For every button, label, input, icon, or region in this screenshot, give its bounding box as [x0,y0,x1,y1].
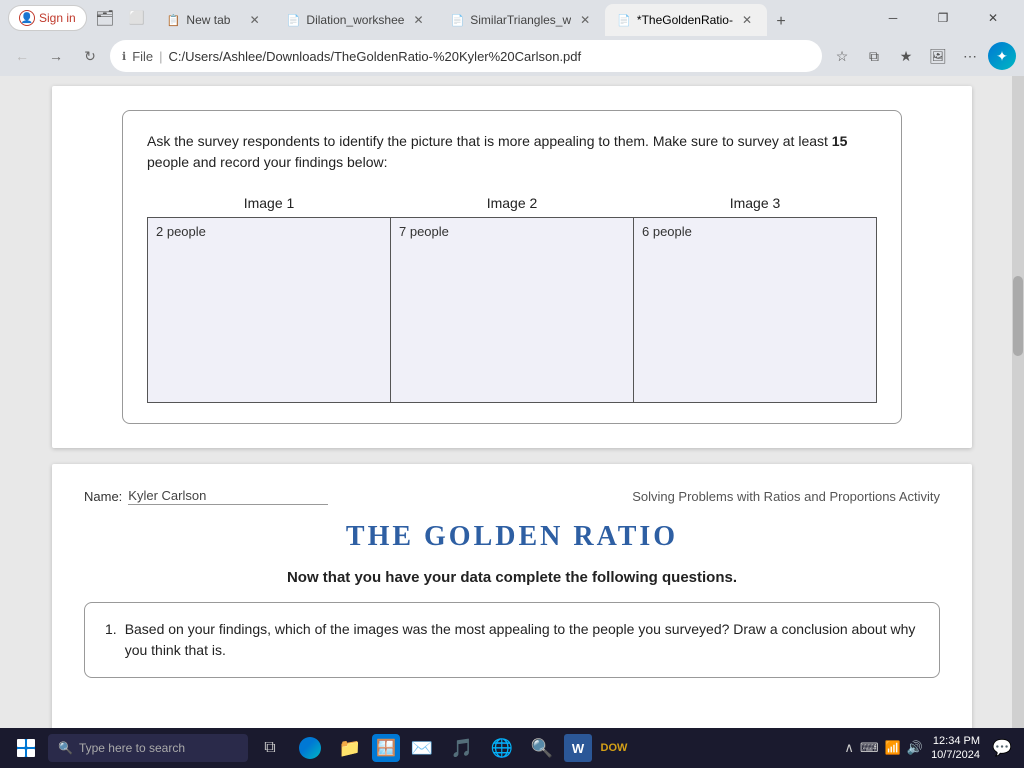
page2-header: Name: Kyler Carlson Solving Problems wit… [84,488,940,505]
url-bar[interactable]: ℹ File | C:/Users/Ashlee/Downloads/TheGo… [110,40,822,72]
golden-ratio-title: THE GOLDEN RATIO [84,521,940,553]
tab-dilation-icon: 📄 [287,14,301,27]
taskbar-search[interactable]: 🔍 Type here to search [48,734,248,762]
sign-in-label: Sign in [39,11,76,25]
tab-golden-icon: 📄 [617,14,631,27]
address-bar: ← → ↻ ℹ File | C:/Users/Ashlee/Downloads… [0,36,1024,76]
url-text: C:/Users/Ashlee/Downloads/TheGoldenRatio… [169,49,810,64]
taskbar-explorer[interactable]: 📁 [332,730,368,766]
restore-button[interactable]: ❐ [920,2,966,34]
search-placeholder: Type here to search [79,741,185,755]
tab-dilation-close[interactable]: ✕ [410,12,426,28]
profile-icon[interactable]: 🗂 [91,4,119,32]
tab-new-tab[interactable]: 📋 New tab ✕ [155,4,275,36]
taskbar-mail[interactable]: ✉️ [404,730,440,766]
notification-button[interactable]: 💬 [988,734,1016,762]
question-1-number: 1. [105,619,117,661]
taskbar-right: ∧ ⌨ 📶 🔊 12:34 PM 10/7/2024 💬 [844,734,1016,763]
tab-similar-icon: 📄 [451,14,465,27]
file-label: File [132,49,153,64]
tab-golden-label: *TheGoldenRatio- [637,13,733,27]
survey-instruction: Ask the survey respondents to identify t… [147,131,877,173]
system-clock[interactable]: 12:34 PM 10/7/2024 [931,734,980,763]
taskbar-media[interactable]: 🎵 [444,730,480,766]
refresh-button[interactable]: ↻ [76,42,104,70]
taskbar: 🔍 Type here to search ⧉ 📁 🪟 ✉️ 🎵 🌐 🔍 W D… [0,728,1024,768]
question-box: 1. Based on your findings, which of the … [84,602,940,678]
star-icon[interactable]: ☆ [828,42,856,70]
wifi-icon[interactable]: 📶 [885,740,901,756]
toolbar-icons: ☆ ⧉ ★ 🖼 ⋯ ✦ [828,42,1016,70]
tab-dilation[interactable]: 📄 Dilation_workshee ✕ [275,4,439,36]
system-tray: ∧ ⌨ 📶 🔊 [844,740,923,756]
user-icon: 👤 [19,10,35,26]
taskbar-edge[interactable] [292,730,328,766]
window-controls: ─ ❐ ✕ [870,2,1016,34]
collections-icon[interactable]: 🖼 [924,42,952,70]
question-1: 1. Based on your findings, which of the … [105,619,919,661]
edge-icon [299,737,321,759]
sign-in-button[interactable]: 👤 Sign in [8,5,87,31]
taskbar-store[interactable]: 🪟 [372,734,400,762]
tab-new-tab-label: New tab [186,13,240,27]
chevron-up-icon[interactable]: ∧ [844,740,854,756]
image1-header: Image 1 [148,189,391,218]
name-label: Name: [84,489,122,504]
title-bar: 👤 Sign in 🗂 ⬜ 📋 New tab ✕ 📄 Dilation_wor… [0,0,1024,36]
tab-similar-label: SimilarTriangles_w [470,13,571,27]
minimize-button[interactable]: ─ [870,2,916,34]
start-button[interactable] [8,730,44,766]
keyboard-icon[interactable]: ⌨ [860,740,879,756]
favorites-icon[interactable]: ★ [892,42,920,70]
tab-new-tab-close[interactable]: ✕ [247,12,263,28]
tab-golden-close[interactable]: ✕ [739,12,755,28]
split-screen-icon[interactable]: ⬜ [123,4,151,32]
taskbar-dow[interactable]: DOW [596,730,632,766]
activity-title: Solving Problems with Ratios and Proport… [632,489,940,504]
tab-similar-close[interactable]: ✕ [577,12,593,28]
data-complete-subtitle: Now that you have your data complete the… [84,569,940,586]
search-icon: 🔍 [58,741,73,755]
question-1-text: Based on your findings, which of the ima… [125,619,919,661]
pdf-container: Ask the survey respondents to identify t… [52,76,972,728]
url-separator: | [159,49,162,64]
image2-cell: 7 people [391,218,634,403]
image3-cell: 6 people [634,218,877,403]
new-tab-button[interactable]: + [767,8,795,36]
scrollbar-thumb[interactable] [1013,276,1023,356]
pdf-page-1: Ask the survey respondents to identify t… [52,86,972,448]
tab-dilation-label: Dilation_workshee [306,13,404,27]
pdf-page-2: Name: Kyler Carlson Solving Problems wit… [52,464,972,728]
split-view-icon[interactable]: ⧉ [860,42,888,70]
image-table: Image 1 Image 2 Image 3 2 people 7 peopl… [147,189,877,403]
taskbar-search2[interactable]: 🔍 [524,730,560,766]
tab-new-tab-icon: 📋 [167,14,181,27]
forward-button[interactable]: → [42,42,70,70]
taskbar-word[interactable]: W [564,734,592,762]
clock-time: 12:34 PM [933,734,980,748]
scrollbar[interactable] [1012,76,1024,728]
pdf-viewer: Ask the survey respondents to identify t… [0,76,1024,728]
tab-similar[interactable]: 📄 SimilarTriangles_w ✕ [439,4,606,36]
name-value: Kyler Carlson [128,488,328,505]
image3-header: Image 3 [634,189,877,218]
survey-min-number: 15 [832,133,848,149]
tab-golden[interactable]: 📄 *TheGoldenRatio- ✕ [605,4,767,36]
extensions-icon[interactable]: ⋯ [956,42,984,70]
taskbar-browser2[interactable]: 🌐 [484,730,520,766]
name-line: Name: Kyler Carlson [84,488,328,505]
windows-icon [17,739,35,757]
tab-bar: 📋 New tab ✕ 📄 Dilation_workshee ✕ 📄 Simi… [155,0,866,36]
taskbar-task-view[interactable]: ⧉ [252,730,288,766]
clock-date: 10/7/2024 [931,748,980,762]
survey-box: Ask the survey respondents to identify t… [122,110,902,424]
back-button[interactable]: ← [8,42,36,70]
image2-header: Image 2 [391,189,634,218]
edge-copilot-icon[interactable]: ✦ [988,42,1016,70]
volume-icon[interactable]: 🔊 [907,740,923,756]
close-button[interactable]: ✕ [970,2,1016,34]
image1-cell: 2 people [148,218,391,403]
url-info-icon: ℹ [122,50,126,63]
